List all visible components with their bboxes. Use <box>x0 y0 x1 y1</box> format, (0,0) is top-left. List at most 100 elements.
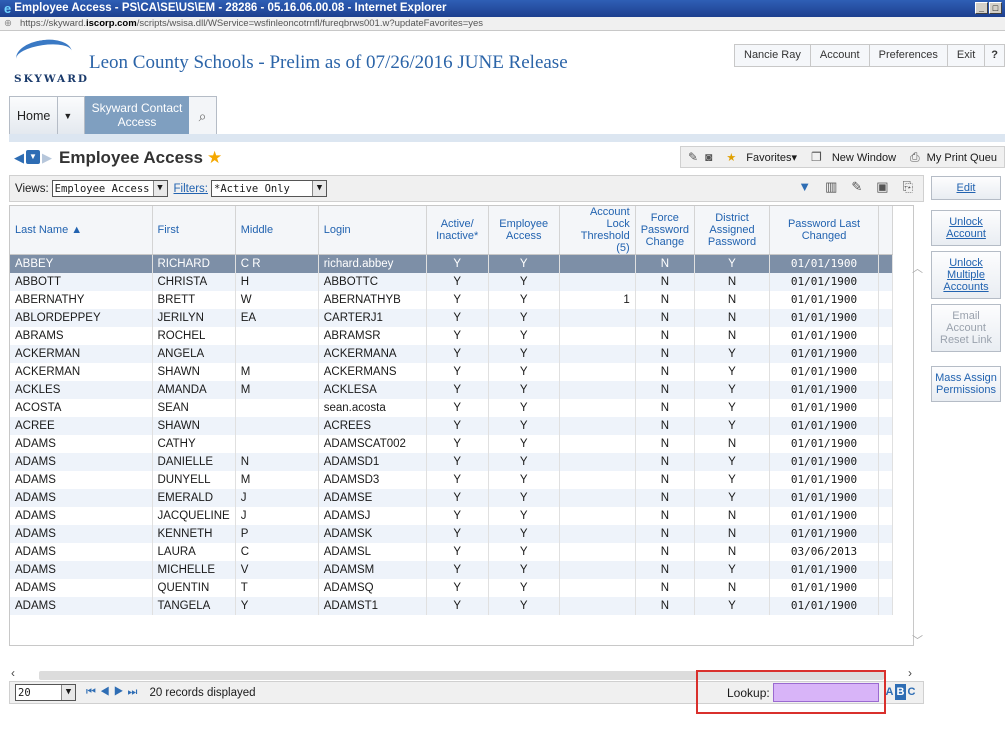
favorite-star-icon[interactable]: ★ <box>207 148 222 168</box>
table-row[interactable]: ADAMS LAURA C ADAMSL Y Y N N 03/06/2013 <box>10 542 894 561</box>
cell-first: LAURA <box>152 542 236 561</box>
filters-select[interactable]: *Active Only ▼ <box>211 180 327 197</box>
prev-page-icon[interactable]: ◀ <box>100 686 114 698</box>
mass-assign-button[interactable]: Mass Assign Permissions <box>931 366 1001 402</box>
table-row[interactable]: ADAMS EMERALD J ADAMSE Y Y N Y 01/01/1900 <box>10 488 894 507</box>
cell-force-password: N <box>635 290 696 309</box>
home-menu[interactable]: Home ▼ <box>9 96 85 135</box>
scroll-down-icon[interactable]: ﹀ <box>912 632 923 648</box>
chart-icon[interactable]: ▥ <box>825 179 837 195</box>
col-password-changed[interactable]: Password Last Changed <box>769 206 880 255</box>
email-reset-button[interactable]: Email Account Reset Link <box>931 304 1001 352</box>
table-row[interactable]: ADAMS QUENTIN T ADAMSQ Y Y N N 01/01/1900 <box>10 578 894 597</box>
table-row[interactable]: ABBEY RICHARD C Rrichard.abbey Y Y N Y 01/01/19… <box>10 254 894 273</box>
table-row[interactable]: ABRAMS ROCHEL ABRAMSR Y Y N N 01/01/1900 <box>10 326 894 345</box>
scroll-right-icon[interactable]: › <box>908 666 912 680</box>
cell-district-password: Y <box>694 380 771 399</box>
cell-last-name: ADAMS <box>10 542 153 561</box>
lookup-mode-a[interactable]: A <box>884 684 895 700</box>
table-row[interactable]: ADAMS CATHY ADAMSCAT002 Y Y N N 01/01/1900 <box>10 434 894 453</box>
cell-first: DUNYELL <box>152 470 236 489</box>
first-page-icon[interactable]: ⏮ <box>86 686 100 698</box>
col-last-name[interactable]: Last Name ▲ <box>10 206 153 255</box>
cell-middle <box>235 326 319 345</box>
col-employee-access[interactable]: Employee Access <box>488 206 560 255</box>
cell-active: Y <box>426 344 489 363</box>
table-row[interactable]: ADAMS DUNYELL M ADAMSD3 Y Y N Y 01/01/1900 <box>10 470 894 489</box>
col-login[interactable]: Login <box>318 206 427 255</box>
unlock-account-button[interactable]: Unlock Account <box>931 210 1001 246</box>
views-select[interactable]: Employee Access ▼ <box>51 180 168 197</box>
minimize-button[interactable]: _ <box>975 2 988 14</box>
table-row[interactable]: ADAMS DANIELLE N ADAMSD1 Y Y N Y 01/01/1900 <box>10 452 894 471</box>
preferences-link[interactable]: Preferences <box>868 45 947 66</box>
table-row[interactable]: ADAMS MICHELLE V ADAMSM Y Y N Y 01/01/1900 <box>10 560 894 579</box>
forward-arrow-icon[interactable]: ▶ <box>42 150 52 166</box>
tab-skyward-contact-access[interactable]: Skyward Contact Access <box>85 96 189 134</box>
cell-password-changed: 01/01/1900 <box>769 326 880 345</box>
col-first[interactable]: First <box>152 206 236 255</box>
maximize-button[interactable]: □ <box>989 2 1002 14</box>
page-size-select[interactable]: 20 ▼ <box>15 684 76 701</box>
vertical-scrollbar[interactable]: ︿ ﹀ <box>912 260 926 648</box>
back-arrow-icon[interactable]: ◀ <box>14 150 24 166</box>
cell-middle <box>235 344 319 363</box>
cell-district-password: N <box>694 326 771 345</box>
col-lock-threshold[interactable]: Account Lock Threshold (5) <box>559 206 636 255</box>
table-row[interactable]: ADAMS KENNETH P ADAMSK Y Y N N 01/01/1900 <box>10 524 894 543</box>
table-row[interactable]: ACKERMAN SHAWN M ACKERMANS Y Y N Y 01/01/1900 <box>10 362 894 381</box>
camera-icon[interactable]: ◙ <box>705 150 712 164</box>
views-label: Views: <box>15 182 49 195</box>
col-active[interactable]: Active/ Inactive* <box>426 206 489 255</box>
print-preview-icon[interactable]: ⎘ <box>903 179 913 195</box>
address-bar[interactable]: ⊕ https://skyward.iscorp.com/scripts/wsi… <box>0 17 1005 31</box>
next-page-icon[interactable]: ▶ <box>114 686 128 698</box>
cell-lock-threshold <box>559 488 636 507</box>
chevron-down-icon[interactable]: ▼ <box>57 96 72 135</box>
skyward-logo: SKYWARD <box>14 36 87 90</box>
edit-button[interactable]: Edit <box>931 176 1001 200</box>
account-link[interactable]: Account <box>809 45 869 66</box>
scroll-left-icon[interactable]: ‹ <box>11 666 15 680</box>
table-row[interactable]: ACOSTA SEAN sean.acosta Y Y N Y 01/01/1900 <box>10 398 894 417</box>
print-queue-link[interactable]: ⎙ My Print Queu <box>903 150 997 165</box>
cell-last-name: ADAMS <box>10 560 153 579</box>
col-force-password[interactable]: Force Password Change <box>635 206 696 255</box>
table-row[interactable]: ACKERMAN ANGELA ACKERMANA Y Y N Y 01/01/1900 <box>10 344 894 363</box>
cell-first: BRETT <box>152 290 236 309</box>
unlock-multiple-button[interactable]: Unlock Multiple Accounts <box>931 251 1001 299</box>
cell-lock-threshold <box>559 434 636 453</box>
last-page-icon[interactable]: ⏭ <box>128 686 142 698</box>
table-row[interactable]: ACREE SHAWN ACREES Y Y N Y 01/01/1900 <box>10 416 894 435</box>
cell-active: Y <box>426 470 489 489</box>
lookup-input[interactable] <box>773 683 879 702</box>
notes-icon[interactable]: ✎ <box>688 150 698 164</box>
cell-middle: N <box>235 452 319 471</box>
history-dropdown-icon[interactable]: ▼ <box>26 150 40 164</box>
side-actions: Edit Unlock Account Unlock Multiple Acco… <box>931 176 1001 407</box>
filters-link[interactable]: Filters: <box>174 183 209 195</box>
new-window-link[interactable]: ❐ New Window <box>804 150 896 164</box>
col-district-password[interactable]: District Assigned Password <box>694 206 771 255</box>
export-icon[interactable]: ▣ <box>876 179 888 195</box>
help-link[interactable]: ? <box>984 45 1004 66</box>
table-row[interactable]: ABLORDEPPEY JERILYN EA CARTERJ1 Y Y N N 01/01/19… <box>10 308 894 327</box>
table-row[interactable]: ACKLES AMANDA M ACKLESA Y Y N Y 01/01/1900 <box>10 380 894 399</box>
lookup-mode-b[interactable]: B <box>895 684 906 700</box>
edit-icon[interactable]: ✎ <box>851 179 862 195</box>
favorites-menu[interactable]: ★ Favorites▾ <box>719 151 797 164</box>
table-header-row: Last Name ▲ First Middle Login Active/ I… <box>10 206 894 255</box>
table-row[interactable]: ADAMS TANGELA Y ADAMST1 Y Y N Y 01/01/1900 <box>10 596 894 615</box>
cell-login: ABERNATHYB <box>318 290 427 309</box>
filter-icon[interactable]: ▼ <box>798 179 811 195</box>
cell-middle: J <box>235 488 319 507</box>
cell-force-password: N <box>635 578 696 597</box>
lookup-mode-c[interactable]: C <box>906 684 917 700</box>
col-middle[interactable]: Middle <box>235 206 319 255</box>
table-row[interactable]: ABBOTT CHRISTA H ABBOTTC Y Y N N 01/01/1900 <box>10 272 894 291</box>
search-icon[interactable]: ⌕ <box>189 96 217 134</box>
table-row[interactable]: ADAMS JACQUELINE J ADAMSJ Y Y N N 01/01/1900 <box>10 506 894 525</box>
table-row[interactable]: ABERNATHY BRETT W ABERNATHYB Y Y 1 N N 01/01/1900 <box>10 290 894 309</box>
exit-link[interactable]: Exit <box>946 45 984 66</box>
scroll-up-icon[interactable]: ︿ <box>912 260 923 276</box>
